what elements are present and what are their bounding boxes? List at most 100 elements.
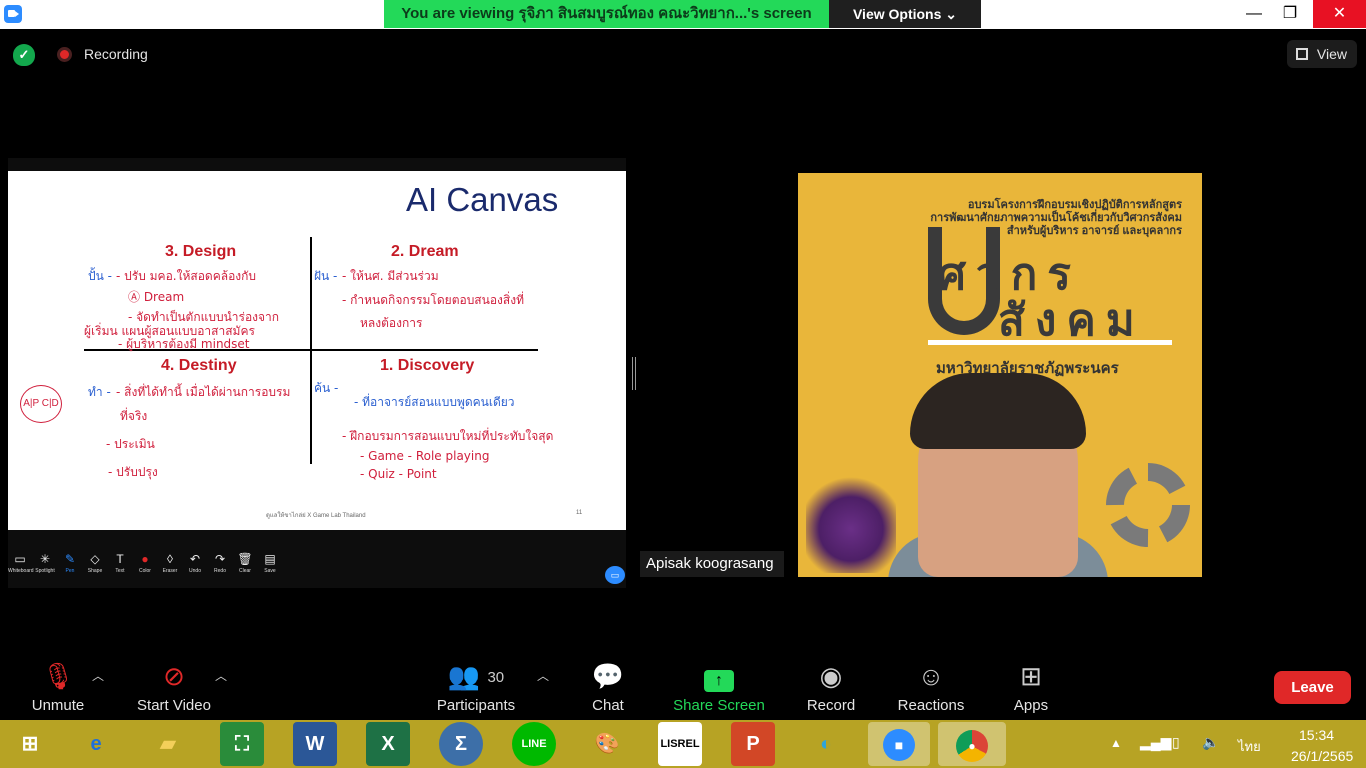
slide-page-number: 11 bbox=[576, 510, 583, 516]
windows-start-icon[interactable]: ⊞ bbox=[8, 722, 52, 766]
text-tool[interactable]: T Text bbox=[108, 550, 132, 578]
apps-button[interactable]: ⊞ Apps bbox=[1010, 655, 1052, 717]
line-icon[interactable]: LINE bbox=[512, 722, 556, 766]
clear-tool[interactable]: 🗑 Clear bbox=[233, 550, 257, 578]
handwriting-note: ที่จริง bbox=[120, 409, 148, 423]
mic-muted-icon: 🎙 bbox=[41, 661, 75, 691]
handwriting-note: - Quiz - Point bbox=[360, 467, 437, 481]
trash-icon: 🗑 bbox=[237, 552, 253, 566]
spotlight-icon: ✳ bbox=[39, 552, 51, 566]
edge-icon[interactable]: ◐ bbox=[804, 722, 848, 766]
input-language[interactable]: ไทย bbox=[1238, 736, 1261, 757]
undo-icon: ↶ bbox=[189, 552, 201, 566]
text-icon: T bbox=[116, 552, 124, 566]
chat-button[interactable]: 💬 Chat bbox=[586, 655, 630, 717]
clock-time[interactable]: 15:34 bbox=[1299, 727, 1334, 743]
handwriting-note: - Game - Role playing bbox=[360, 449, 490, 463]
pen-tool[interactable]: ✎ Pen bbox=[58, 550, 82, 578]
battery-icon[interactable]: ▯ bbox=[1172, 734, 1180, 751]
leave-button[interactable]: Leave bbox=[1274, 671, 1351, 704]
handwriting-note: - ให้นศ. มีส่วนร่วม bbox=[342, 269, 439, 283]
math-icon[interactable]: Σ bbox=[439, 722, 483, 766]
shape-tool[interactable]: ◇ Shape bbox=[83, 550, 107, 578]
spotlight-tool[interactable]: ✳ Spotlight bbox=[33, 550, 57, 578]
unmute-button[interactable]: 🎙 Unmute bbox=[22, 655, 94, 717]
slide: AI Canvas 3. Design 2. Dream 4. Destiny … bbox=[8, 171, 626, 530]
person-hair bbox=[910, 373, 1086, 449]
start-video-button[interactable]: ⊘ Start Video bbox=[132, 655, 216, 717]
chat-icon: 💬 bbox=[591, 661, 625, 691]
color-dot-icon: ● bbox=[141, 552, 149, 566]
view-options-button[interactable]: View Options ⌄ bbox=[829, 0, 981, 28]
participants-options-chevron-icon[interactable]: ︿ bbox=[537, 667, 549, 684]
pdca-circle: A|P C|D bbox=[20, 385, 62, 423]
windows-taskbar: ⊞ e ▰ ⛶ W X Σ LINE 🎨 LISREL P ◐ ■ ● ▲ ▂▄… bbox=[0, 720, 1366, 768]
store-icon[interactable]: ⛶ bbox=[220, 722, 264, 766]
minimize-icon[interactable]: — bbox=[1234, 0, 1274, 28]
redo-icon: ↷ bbox=[214, 552, 226, 566]
zoom-logo-icon bbox=[4, 5, 22, 23]
slide-footer: ดูแลให้ขาไกล่ย่ X Game Lab Thailand bbox=[266, 513, 366, 519]
word-icon[interactable]: W bbox=[293, 722, 337, 766]
zoom-taskbar-icon[interactable]: ■ bbox=[868, 722, 930, 766]
close-icon[interactable]: ✕ bbox=[1313, 0, 1366, 28]
audio-options-chevron-icon[interactable]: ︿ bbox=[92, 667, 104, 684]
reactions-button[interactable]: ☺ Reactions bbox=[895, 655, 967, 717]
whiteboard-icon: ▭ bbox=[14, 552, 26, 566]
handwriting-note: หลงต้องการ bbox=[360, 316, 423, 330]
excel-icon[interactable]: X bbox=[366, 722, 410, 766]
handwriting-note: - ผู้บริหารต้องมี mindset bbox=[118, 337, 250, 351]
save-tool[interactable]: ▤ Save bbox=[258, 550, 282, 578]
quadrant-title-destiny: 4. Destiny bbox=[161, 357, 237, 374]
clock-date[interactable]: 26/1/2565 bbox=[1291, 748, 1353, 764]
participants-count: 30 bbox=[487, 669, 505, 687]
smiley-icon: ☺ bbox=[917, 661, 945, 691]
share-screen-button[interactable]: ↑ Share Screen bbox=[672, 655, 766, 717]
powerpoint-icon[interactable]: P bbox=[731, 722, 775, 766]
handwriting-note: Ⓐ Dream bbox=[128, 290, 185, 304]
flower-decoration bbox=[806, 463, 896, 573]
slide-title: AI Canvas bbox=[406, 181, 559, 218]
quadrant-title-design: 3. Design bbox=[165, 243, 237, 260]
handwriting-tag: ทำ - bbox=[88, 385, 111, 399]
network-icon[interactable]: ▂▄▆ bbox=[1140, 734, 1171, 751]
tray-overflow-icon[interactable]: ▲ bbox=[1110, 736, 1122, 750]
maximize-icon[interactable]: ❐ bbox=[1270, 0, 1310, 28]
grid-icon bbox=[1296, 48, 1308, 60]
handwriting-note: - ปรับปรุง bbox=[108, 465, 158, 479]
record-icon: ◉ bbox=[819, 661, 843, 691]
viewing-screen-banner: You are viewing รุจิภา สินสมบูรณ์ทอง คณะ… bbox=[384, 0, 829, 28]
splitter-handle[interactable] bbox=[632, 357, 636, 390]
shared-screen: AI Canvas 3. Design 2. Dream 4. Destiny … bbox=[8, 158, 626, 588]
chrome-icon[interactable]: ● bbox=[938, 722, 1006, 766]
whiteboard-tool[interactable]: ▭ Whiteboard bbox=[8, 550, 34, 578]
record-button[interactable]: ◉ Record bbox=[804, 655, 858, 717]
gear-icon bbox=[1106, 463, 1190, 547]
file-explorer-icon[interactable]: ▰ bbox=[146, 722, 190, 766]
handwriting-note: - ฝึกอบรมการสอนแบบใหม่ที่ประทับใจสุด bbox=[342, 429, 554, 443]
window-title-bar: You are viewing รุจิภา สินสมบูรณ์ทอง คณะ… bbox=[0, 0, 1366, 29]
view-label: View bbox=[1316, 46, 1347, 62]
share-screen-icon: ↑ bbox=[672, 655, 766, 697]
undo-tool[interactable]: ↶ Undo bbox=[183, 550, 207, 578]
video-banner-line: สำหรับผู้บริหาร อาจารย์ และบุคลากร bbox=[1006, 225, 1182, 237]
shape-icon: ◇ bbox=[90, 552, 100, 566]
redo-tool[interactable]: ↷ Redo bbox=[208, 550, 232, 578]
view-button[interactable]: View bbox=[1287, 40, 1357, 68]
lisrel-icon[interactable]: LISREL bbox=[658, 722, 702, 766]
apps-icon: ⊞ bbox=[1020, 661, 1042, 691]
video-options-chevron-icon[interactable]: ︿ bbox=[215, 667, 227, 684]
color-tool[interactable]: ● Color bbox=[133, 550, 157, 578]
internet-explorer-icon[interactable]: e bbox=[74, 722, 118, 766]
pen-icon: ✎ bbox=[64, 552, 76, 566]
paint-icon[interactable]: 🎨 bbox=[585, 722, 629, 766]
volume-muted-icon[interactable]: 🔈 bbox=[1202, 734, 1219, 751]
recording-icon bbox=[57, 47, 72, 62]
eraser-icon: ◊ bbox=[167, 552, 173, 566]
eraser-tool[interactable]: ◊ Eraser bbox=[158, 550, 182, 578]
participants-button[interactable]: 👥 30 Participants bbox=[432, 655, 520, 717]
handwriting-tag: ปั้น - bbox=[88, 269, 112, 283]
shield-icon[interactable]: ✓ bbox=[13, 44, 35, 66]
camera-badge-icon[interactable]: ▭ bbox=[605, 566, 625, 584]
quadrant-title-dream: 2. Dream bbox=[391, 243, 459, 260]
